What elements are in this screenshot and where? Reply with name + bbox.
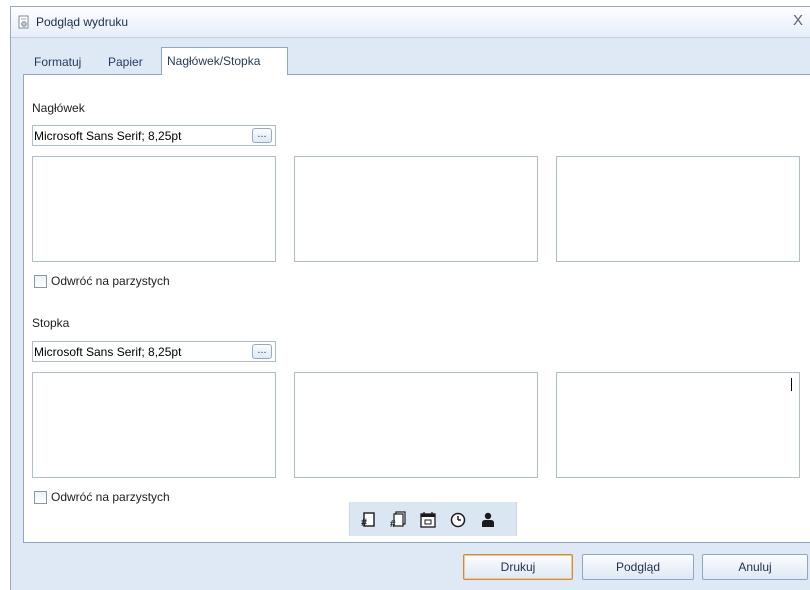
header-right-textbox[interactable] [556, 156, 800, 262]
header-section-label: Nagłówek [32, 101, 85, 115]
footer-font-field[interactable]: Microsoft Sans Serif; 8,25pt ... [32, 341, 276, 362]
tab-papier[interactable]: Papier [103, 51, 148, 73]
title-bar: Podgląd wydruku X [11, 7, 810, 38]
window-title: Podgląd wydruku [36, 15, 129, 29]
footer-section-label: Stopka [32, 316, 70, 330]
time-icon[interactable] [449, 511, 467, 529]
print-button[interactable]: Drukuj [463, 554, 573, 580]
footer-font-value: Microsoft Sans Serif; 8,25pt [34, 345, 182, 359]
cancel-button[interactable]: Anuluj [702, 554, 808, 580]
user-icon[interactable] [479, 511, 497, 529]
tab-strip: Formatuj Papier Nagłówek/Stopka [11, 47, 810, 75]
footer-reverse-label: Odwróć na parzystych [51, 490, 170, 504]
page-count-icon[interactable]: # [389, 511, 407, 530]
header-font-button[interactable]: ... [252, 128, 272, 143]
header-reverse-label: Odwróć na parzystych [51, 274, 170, 288]
header-center-textbox[interactable] [294, 156, 538, 262]
header-reverse-checkbox[interactable] [34, 275, 47, 288]
footer-center-textbox[interactable] [294, 372, 538, 478]
close-icon: X [793, 12, 804, 29]
insert-field-toolbar: # # [349, 502, 517, 536]
footer-right-textbox[interactable] [556, 372, 800, 478]
header-font-value: Microsoft Sans Serif; 8,25pt [34, 129, 182, 143]
print-preview-window: Podgląd wydruku X Formatuj Papier Nagłów… [10, 6, 810, 590]
header-footer-panel: Nagłówek Microsoft Sans Serif; 8,25pt ..… [23, 74, 810, 543]
close-button[interactable]: X [793, 12, 809, 30]
tab-naglowek-stopka[interactable]: Nagłówek/Stopka [161, 47, 288, 75]
page-number-icon[interactable]: # [359, 511, 377, 529]
header-font-field[interactable]: Microsoft Sans Serif; 8,25pt ... [32, 125, 276, 146]
print-preview-icon [17, 15, 31, 32]
footer-left-textbox[interactable] [32, 372, 276, 478]
preview-button[interactable]: Podgląd [582, 554, 694, 580]
footer-font-button[interactable]: ... [252, 344, 272, 359]
tab-formatuj[interactable]: Formatuj [29, 51, 86, 73]
text-caret [791, 378, 792, 391]
header-left-textbox[interactable] [32, 156, 276, 262]
svg-text:#: # [390, 519, 396, 529]
footer-reverse-checkbox[interactable] [34, 491, 47, 504]
date-icon[interactable] [419, 511, 437, 529]
svg-text:#: # [361, 517, 367, 529]
